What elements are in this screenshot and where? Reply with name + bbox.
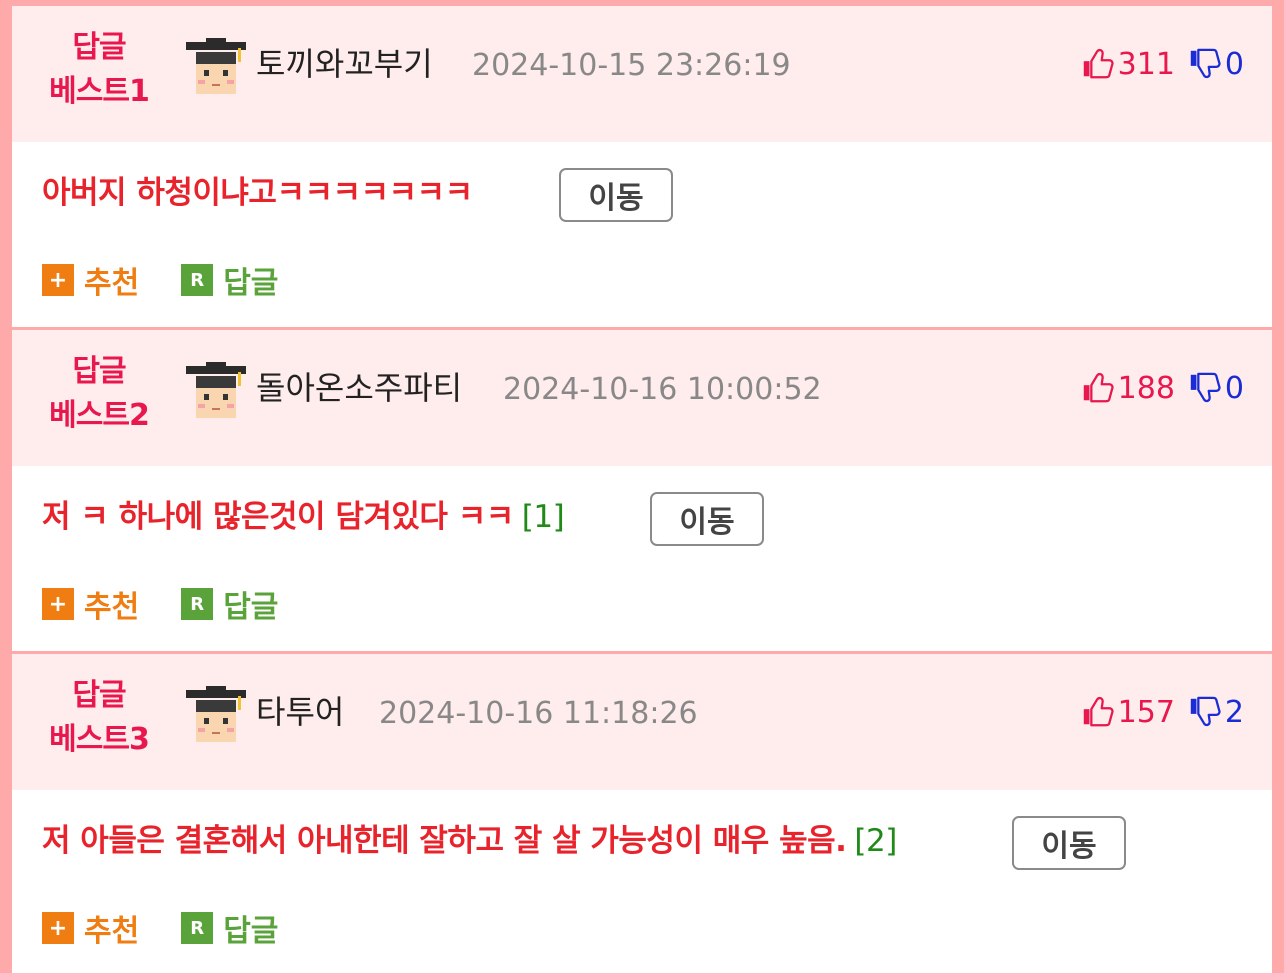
recommend-label: 추천 [84,590,140,625]
best-badge-line1: 답글 [72,30,126,65]
comment-list: 답글 베스트1 토끼와꼬부기 2024-10-15 23:26:19 311 0… [12,6,1272,973]
student-avatar-icon[interactable] [186,362,246,422]
recommend-button[interactable]: + 추천 [42,582,139,626]
reply-r-icon: R [181,264,214,296]
best-reply-item: 답글 베스트2 돌아온소주파티 2024-10-16 10:00:52 188 … [12,330,1272,651]
upvote-count: 188 [1117,370,1175,406]
reply-button[interactable]: R 답글 [181,582,278,626]
downvote-count: 0 [1224,370,1244,406]
comment-text-content: 저 ㅋ 하나에 많은것이 담겨있다 ㅋㅋ [42,499,514,535]
move-button[interactable]: 이동 [559,168,673,222]
best-badge-line2: 베스트3 [49,722,150,757]
upvote-count: 311 [1117,46,1175,82]
recommend-label: 추천 [84,914,140,949]
reply-label: 답글 [223,590,279,625]
reply-count[interactable]: [2] [854,823,897,859]
comment-datetime: 2024-10-15 23:26:19 [472,48,791,83]
best-badge-line1: 답글 [72,678,126,713]
reply-label: 답글 [223,266,279,301]
upvote-count: 157 [1117,694,1175,730]
plus-icon: + [42,588,74,620]
best-reply-item: 답글 베스트1 토끼와꼬부기 2024-10-15 23:26:19 311 0… [12,6,1272,327]
comment-header: 답글 베스트3 타투어 2024-10-16 11:18:26 157 2 [12,654,1272,790]
move-button[interactable]: 이동 [1012,816,1126,870]
thumbs-down-icon[interactable] [1187,47,1221,81]
best-badge: 답글 베스트2 [34,350,164,438]
author-nickname[interactable]: 돌아온소주파티 [256,366,462,410]
thumbs-up-icon[interactable] [1080,371,1114,405]
best-badge: 답글 베스트3 [34,674,164,762]
comment-header: 답글 베스트1 토끼와꼬부기 2024-10-15 23:26:19 311 0 [12,6,1272,142]
recommend-button[interactable]: + 추천 [42,258,139,302]
student-avatar-icon[interactable] [186,38,246,98]
reply-r-icon: R [181,912,214,944]
comment-datetime: 2024-10-16 11:18:26 [379,696,698,731]
comment-text-content: 저 아들은 결혼해서 아내한테 잘하고 잘 살 가능성이 매우 높음. [42,823,847,859]
comment-header: 답글 베스트2 돌아온소주파티 2024-10-16 10:00:52 188 … [12,330,1272,466]
recommend-label: 추천 [84,266,140,301]
best-badge: 답글 베스트1 [34,26,164,114]
best-badge-line2: 베스트1 [49,74,150,109]
thumbs-up-icon[interactable] [1080,695,1114,729]
comment-text-content: 아버지 하청이냐고ㅋㅋㅋㅋㅋㅋㅋ [42,175,473,211]
recommend-button[interactable]: + 추천 [42,906,139,950]
vote-counts: 311 0 [1080,42,1244,86]
reply-r-icon: R [181,588,214,620]
student-avatar-icon[interactable] [186,686,246,746]
reply-count[interactable]: [1] [522,499,565,535]
best-badge-line1: 답글 [72,354,126,389]
best-badge-line2: 베스트2 [49,398,150,433]
reply-label: 답글 [223,914,279,949]
thumbs-up-icon[interactable] [1080,47,1114,81]
plus-icon: + [42,264,74,296]
reply-button[interactable]: R 답글 [181,258,278,302]
downvote-count: 0 [1224,46,1244,82]
plus-icon: + [42,912,74,944]
downvote-count: 2 [1224,694,1244,730]
thumbs-down-icon[interactable] [1187,695,1221,729]
comment-datetime: 2024-10-16 10:00:52 [503,372,822,407]
comment-text: 저 ㅋ 하나에 많은것이 담겨있다 ㅋㅋ [1] [42,494,565,540]
comment-actions: + 추천 R 답글 [42,582,320,626]
comment-actions: + 추천 R 답글 [42,906,320,950]
comment-text: 아버지 하청이냐고ㅋㅋㅋㅋㅋㅋㅋ [42,170,473,216]
thumbs-down-icon[interactable] [1187,371,1221,405]
comment-actions: + 추천 R 답글 [42,258,320,302]
vote-counts: 157 2 [1080,690,1244,734]
best-reply-item: 답글 베스트3 타투어 2024-10-16 11:18:26 157 2 저 … [12,654,1272,973]
author-nickname[interactable]: 타투어 [256,690,344,734]
reply-button[interactable]: R 답글 [181,906,278,950]
vote-counts: 188 0 [1080,366,1244,410]
move-button[interactable]: 이동 [650,492,764,546]
author-nickname[interactable]: 토끼와꼬부기 [256,42,433,86]
comment-text: 저 아들은 결혼해서 아내한테 잘하고 잘 살 가능성이 매우 높음. [2] [42,818,897,864]
